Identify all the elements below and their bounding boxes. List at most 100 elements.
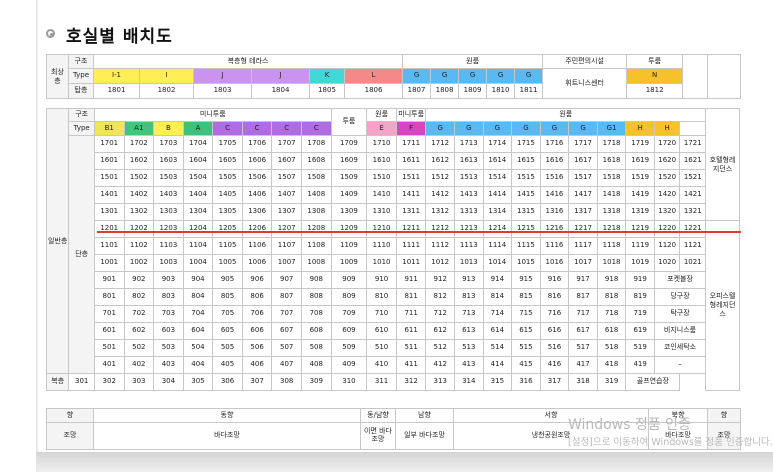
unit-cell: 1614 xyxy=(482,152,513,170)
unit-cell: 1415 xyxy=(511,186,541,204)
unit-cell: 811 xyxy=(395,288,427,306)
unit-cell: 1016 xyxy=(539,254,570,272)
facility-cell: 골프연습장 xyxy=(625,373,681,391)
unit-cell: 1119 xyxy=(625,237,655,255)
unit-cell: 1105 xyxy=(212,237,243,255)
unit-cell: 818 xyxy=(596,288,627,306)
unit-cell: 1810 xyxy=(486,83,516,99)
unit-cell: 308 xyxy=(271,373,302,391)
unit-cell: 408 xyxy=(300,356,332,374)
unit-cell: 515 xyxy=(511,339,541,357)
slide-shadow xyxy=(36,452,773,472)
unit-cell: 1806 xyxy=(343,83,404,99)
unit-cell: 505 xyxy=(212,339,243,357)
single-floor-label: 단층 xyxy=(68,135,95,374)
unit-cell: 704 xyxy=(182,305,214,323)
unit-cell: 812 xyxy=(425,288,455,306)
unit-cell: 1504 xyxy=(182,169,214,187)
type-cell: G xyxy=(514,68,544,84)
unit-cell: 411 xyxy=(395,356,427,374)
unit-cell: 1319 xyxy=(625,203,655,221)
unit-cell: 1206 xyxy=(241,220,273,238)
top-spacer-a xyxy=(682,54,709,99)
unit-cell: 1220 xyxy=(653,220,681,238)
unit-cell: 1619 xyxy=(625,152,655,170)
unit-cell: 712 xyxy=(425,305,455,323)
unit-cell: 809 xyxy=(330,288,368,306)
unit-cell: 609 xyxy=(330,322,368,340)
unit-cell: 1005 xyxy=(212,254,243,272)
unit-cell: 707 xyxy=(271,305,302,323)
unit-cell: 1808 xyxy=(430,83,460,99)
unit-cell: 1121 xyxy=(679,237,707,255)
unit-cell: 902 xyxy=(123,271,155,289)
top-floor-table: 최상층 구조 복층형 테라스 원룸 주민편의시설 투룸 Type I-1 I J… xyxy=(46,54,742,99)
unit-cell: 502 xyxy=(123,339,155,357)
unit-cell: 1219 xyxy=(625,220,655,238)
unit-cell: 1107 xyxy=(271,237,302,255)
unit-cell: 1011 xyxy=(395,254,427,272)
unit-cell: 1304 xyxy=(182,203,214,221)
unit-cell: 314 xyxy=(454,373,484,391)
unit-cell: 613 xyxy=(454,322,484,340)
facility-cell: 탁구장 xyxy=(653,305,707,323)
unit-cell: 506 xyxy=(241,339,273,357)
unit-cell: 801 xyxy=(93,288,125,306)
unit-cell: 1609 xyxy=(330,152,368,170)
unit-cell: 1020 xyxy=(653,254,681,272)
unit-cell: 816 xyxy=(539,288,570,306)
group-oneroom: 원룸 xyxy=(366,108,397,122)
unit-cell: 919 xyxy=(625,271,655,289)
hotel-residence-label: 호텔형레지던스 xyxy=(705,108,740,221)
unit-cell: 1401 xyxy=(93,186,125,204)
unit-cell: 703 xyxy=(153,305,184,323)
unit-cell: 1205 xyxy=(212,220,243,238)
slide-edge xyxy=(36,0,39,452)
type-cell: G xyxy=(425,121,455,136)
floor-row: 1001 1002 1003 1004 1005 1006 1007 1008 1009 1010… xyxy=(47,254,740,272)
type-cell: H xyxy=(653,121,681,136)
type-cell: G xyxy=(511,121,541,136)
unit-cell: 1613 xyxy=(454,152,484,170)
unit-cell: 414 xyxy=(482,356,513,374)
unit-cell: 510 xyxy=(366,339,397,357)
unit-cell: 517 xyxy=(568,339,598,357)
windows-activation-title: Windows 정품 인증 xyxy=(568,417,691,433)
unit-cell: 504 xyxy=(182,339,214,357)
unit-cell: 1221 xyxy=(679,220,707,238)
unit-cell: 1317 xyxy=(568,203,598,221)
unit-cell: 1021 xyxy=(679,254,707,272)
unit-cell: 319 xyxy=(596,373,627,391)
unit-cell: 302 xyxy=(93,373,125,391)
unit-cell: 1218 xyxy=(596,220,627,238)
unit-cell: 1006 xyxy=(241,254,273,272)
unit-cell: 601 xyxy=(93,322,125,340)
unit-cell: 813 xyxy=(454,288,484,306)
unit-cell: 1611 xyxy=(395,152,427,170)
unit-cell: 909 xyxy=(330,271,368,289)
row-label-top-floor: 탑층 xyxy=(68,83,94,99)
floor-row: 1101 1102 1103 1104 1105 1106 1107 1108 1109 1110… xyxy=(47,237,740,255)
floor-row: 1301 1302 1303 1304 1305 1306 1307 1308 1309 1310… xyxy=(47,203,740,221)
unit-cell: 310 xyxy=(330,373,368,391)
unit-cell: 617 xyxy=(568,322,598,340)
unit-cell: 810 xyxy=(366,288,397,306)
floor-row: 501 502 503 504 505 506 507 508 509 510 511 512 513 5… xyxy=(47,339,740,357)
unit-cell: 615 xyxy=(511,322,541,340)
unit-cell: 305 xyxy=(182,373,214,391)
unit-cell: 1417 xyxy=(568,186,598,204)
unit-cell: 1407 xyxy=(271,186,302,204)
unit-cell: 711 xyxy=(395,305,427,323)
unit-cell: 604 xyxy=(182,322,214,340)
unit-cell: 911 xyxy=(395,271,427,289)
group-tworoom: 투룸 xyxy=(626,54,684,69)
unit-cell: 1112 xyxy=(425,237,455,255)
unit-cell: 1701 xyxy=(93,135,125,153)
unit-cell: 1510 xyxy=(366,169,397,187)
unit-cell: 1709 xyxy=(330,135,368,153)
unit-cell: 1618 xyxy=(596,152,627,170)
unit-cell: 1513 xyxy=(454,169,484,187)
unit-cell: 1017 xyxy=(568,254,598,272)
unit-cell: 1214 xyxy=(482,220,513,238)
unit-cell: 1421 xyxy=(679,186,707,204)
